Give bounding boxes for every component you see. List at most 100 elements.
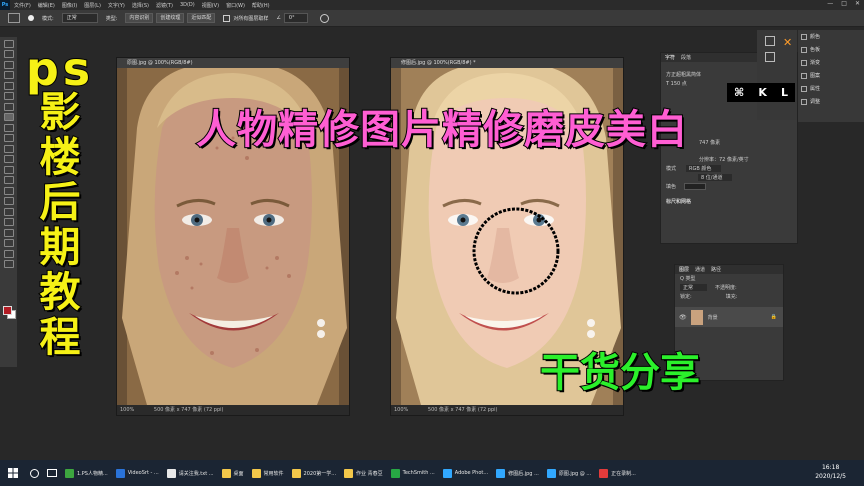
tool-preset-icon[interactable] [8, 13, 20, 23]
app-icon [496, 468, 506, 478]
taskbar-app-button[interactable]: 作业 青春豆 [340, 460, 387, 486]
history-brush-tool-icon[interactable] [3, 144, 14, 153]
document-tab-original[interactable]: 原图.jpg @ 100%(RGB/8#) [117, 58, 349, 68]
maximize-button[interactable]: □ [841, 0, 847, 7]
hand-tool-icon[interactable] [3, 239, 14, 247]
taskbar-app-button[interactable]: 原图.jpg @ ... [543, 460, 595, 486]
cross-tool-icon[interactable]: ✕ [783, 36, 792, 49]
menu-image[interactable]: 图像(I) [62, 2, 77, 9]
taskbar-app-button[interactable]: Adobe Phot... [439, 460, 492, 486]
sample-all-checkbox[interactable] [223, 14, 231, 22]
menu-type[interactable]: 文字(Y) [108, 2, 125, 9]
pen-tool-icon[interactable] [3, 197, 14, 205]
color-panel-button[interactable]: 颜色 [798, 30, 864, 43]
menu-help[interactable]: 帮助(H) [252, 2, 270, 9]
taskbar-app-button[interactable]: 1.PS人物精... [61, 460, 112, 486]
taskbar-app-button[interactable]: 修图后.jpg ... [492, 460, 543, 486]
move-tool-icon[interactable] [3, 39, 14, 48]
task-view-button[interactable] [43, 460, 61, 486]
properties-panel-button[interactable]: 属性 [798, 82, 864, 95]
menu-3d[interactable]: 3D(D) [180, 2, 195, 8]
proximity-match-button[interactable]: 近似匹配 [187, 13, 216, 23]
layer-filter-input[interactable]: Q 类型 [675, 274, 783, 283]
gradients-panel-button[interactable]: 渐变 [798, 56, 864, 69]
foreground-color-swatch[interactable] [3, 306, 12, 315]
layer-row[interactable]: 👁 背景 🔒 [675, 307, 783, 327]
gradient-tool-icon[interactable] [3, 165, 14, 174]
strip-tool-icon[interactable] [765, 36, 775, 46]
blend-mode-select[interactable]: 正常 [680, 284, 708, 291]
menu-file[interactable]: 文件(F) [14, 2, 31, 9]
menu-window[interactable]: 窗口(W) [226, 2, 245, 9]
zoom-tool-icon[interactable] [3, 249, 14, 258]
pressure-icon[interactable] [319, 13, 329, 23]
key-hint-k: K [758, 86, 767, 99]
start-button[interactable] [0, 460, 26, 486]
properties-panel-label: 属性 [810, 86, 821, 92]
layer-thumbnail[interactable] [690, 309, 703, 325]
blur-tool-icon[interactable] [3, 176, 14, 184]
menu-layer[interactable]: 图层(L) [84, 2, 101, 9]
rulers-grid-section[interactable]: 标尺和网格 [661, 197, 797, 206]
tab-paragraph[interactable]: 段落 [681, 54, 691, 61]
taskbar-app-label: 请关注我.txt ... [178, 470, 214, 477]
adjustments-panel-button[interactable]: 调整 [798, 95, 864, 108]
rectangle-tool-icon[interactable] [3, 228, 14, 237]
eraser-tool-icon[interactable] [3, 155, 14, 163]
app-icon [546, 468, 556, 478]
mode-select[interactable]: RGB 颜色 [686, 165, 722, 172]
brush-size-icon[interactable] [28, 15, 34, 21]
tab-character[interactable]: 字符 [665, 54, 675, 61]
minimize-button[interactable]: — [827, 0, 833, 7]
taskbar-app-button[interactable]: TechSmith ... [387, 460, 439, 486]
close-button[interactable]: ✕ [855, 0, 860, 7]
visibility-eye-icon[interactable]: 👁 [679, 314, 687, 321]
tab-channels[interactable]: 通道 [695, 266, 705, 273]
brush-tool-icon[interactable] [3, 123, 14, 132]
crop-tool-icon[interactable] [3, 81, 14, 90]
fill-swatch[interactable] [684, 183, 707, 190]
marquee-tool-icon[interactable] [3, 50, 14, 58]
quick-select-tool-icon[interactable] [3, 71, 14, 79]
patterns-panel-button[interactable]: 图案 [798, 69, 864, 82]
color-icon [801, 33, 807, 40]
taskbar-app-button[interactable]: 请关注我.txt ... [163, 460, 218, 486]
tab-paths[interactable]: 路径 [711, 266, 721, 273]
strip-tool-icon[interactable] [765, 52, 775, 62]
lasso-tool-icon[interactable] [3, 60, 14, 69]
frame-tool-icon[interactable] [3, 92, 14, 100]
taskbar-app-button[interactable]: 2020第一学... [288, 460, 341, 486]
vertical-title-char: 程 [39, 313, 82, 361]
menu-edit[interactable]: 编辑(E) [38, 2, 55, 9]
clone-stamp-tool-icon[interactable] [3, 134, 14, 142]
eyedropper-tool-icon[interactable] [3, 102, 14, 111]
dodge-tool-icon[interactable] [3, 186, 14, 195]
taskbar-app-button[interactable]: 常用软件 [248, 460, 288, 486]
swatches-panel-button[interactable]: 色板 [798, 43, 864, 56]
type-tool-icon[interactable] [3, 207, 14, 216]
menu-filter[interactable]: 滤镜(T) [156, 2, 173, 9]
search-button[interactable] [26, 460, 43, 486]
taskbar-app-button[interactable]: 桌面 [218, 460, 248, 486]
tab-layers[interactable]: 图层 [679, 266, 689, 273]
taskbar-app-button[interactable]: 正在录制... [595, 460, 640, 486]
menu-select[interactable]: 选择(S) [132, 2, 149, 9]
spot-healing-tool-icon[interactable] [3, 113, 14, 121]
app-icon [291, 468, 301, 478]
zoom-level[interactable]: 100% [394, 407, 408, 413]
document-tab-retouched[interactable]: 修图后.jpg @ 100%(RGB/8#) * [391, 58, 623, 68]
path-select-tool-icon[interactable] [3, 218, 14, 226]
create-texture-button[interactable]: 创建纹理 [156, 13, 185, 23]
taskbar-app-button[interactable]: VideoSrt - ... [112, 460, 163, 486]
swatches-icon [801, 46, 807, 53]
angle-input[interactable]: 0° [283, 13, 308, 23]
content-aware-button[interactable]: 内容识别 [125, 13, 154, 23]
bit-depth-select[interactable]: 8 位/通道 [698, 174, 733, 181]
menu-view[interactable]: 视图(V) [202, 2, 219, 9]
more-tools-icon[interactable] [3, 260, 14, 268]
mode-select[interactable]: 正常 [61, 13, 98, 23]
taskbar-clock[interactable]: 16:18 2020/12/5 [815, 463, 846, 481]
layer-name[interactable]: 背景 [708, 314, 718, 321]
zoom-level[interactable]: 100% [120, 407, 134, 413]
lock-icon: 🔒 [770, 314, 777, 320]
